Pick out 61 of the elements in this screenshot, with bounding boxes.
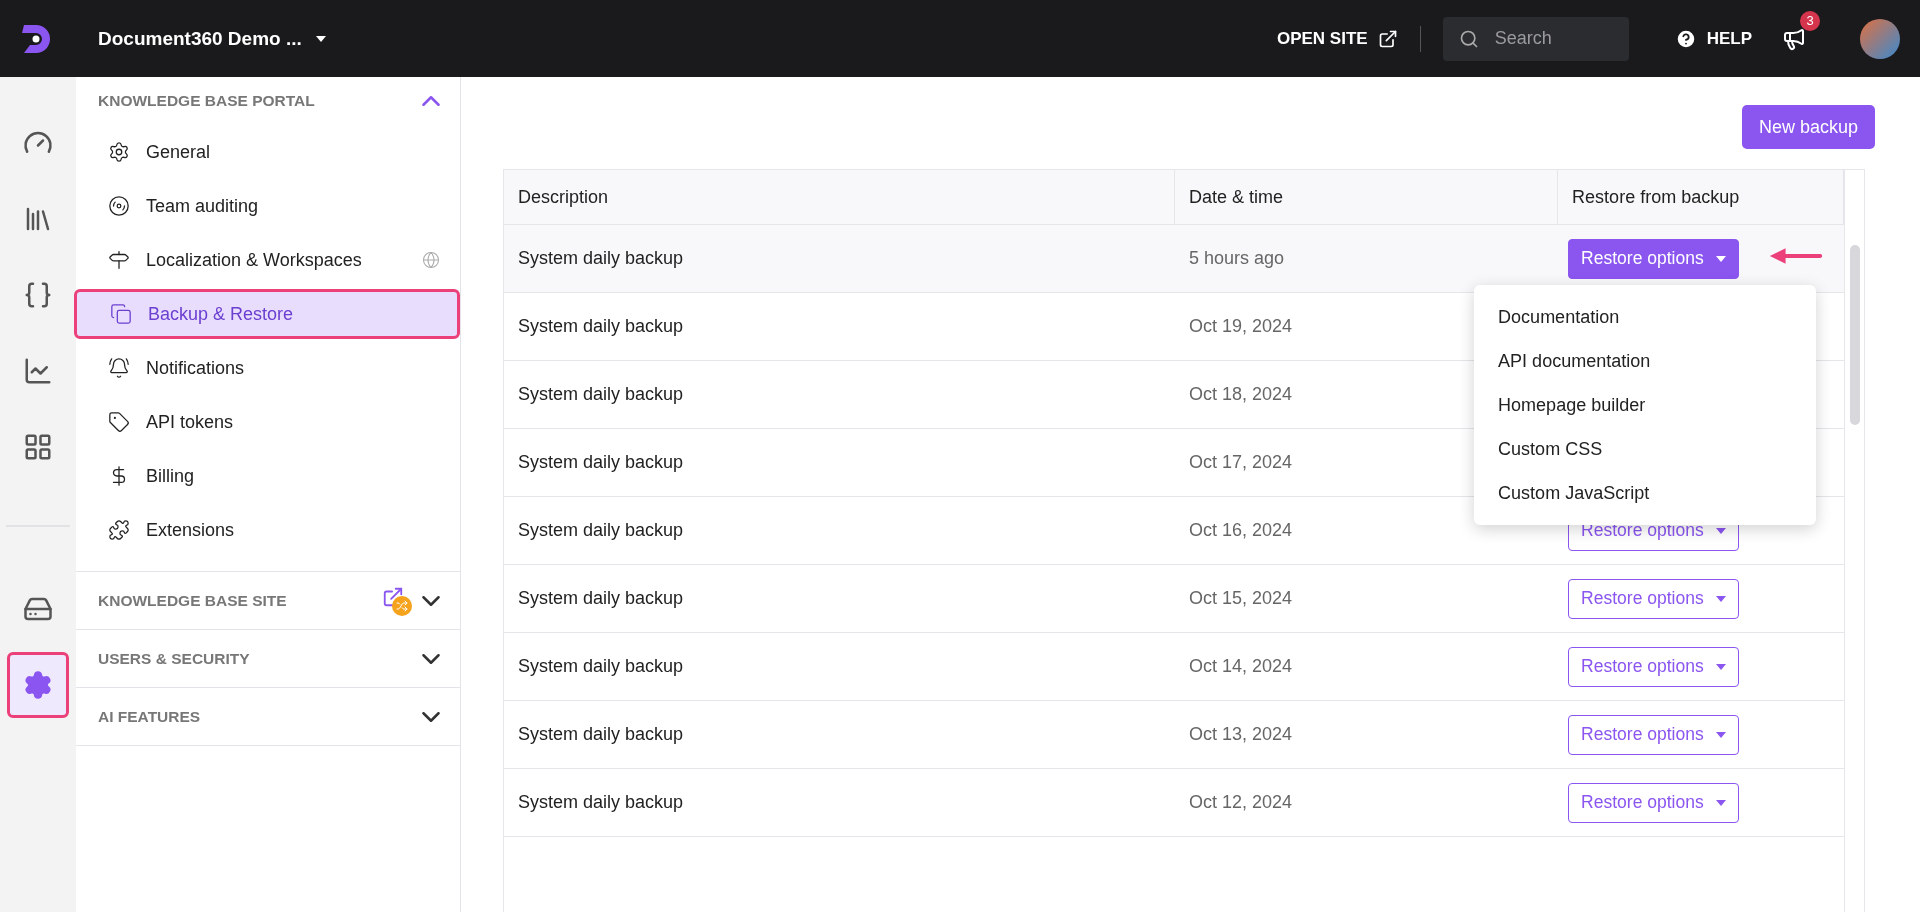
rail-button[interactable] [7,652,69,718]
external-link-icon [1377,28,1398,49]
puzzle-icon [108,519,130,541]
column-header: Description [504,170,1175,225]
restore-options-button[interactable]: Restore options [1568,238,1739,279]
caret-icon [315,35,326,42]
chevron-up-icon [422,96,440,106]
chevron-down-icon [422,595,440,606]
table-cell: 5 hours ago [1174,225,1559,293]
sidebar-item[interactable]: Localization & Workspaces [76,235,460,285]
caret-icon [1715,527,1726,534]
sidebar-item[interactable]: Billing [76,451,460,501]
scrollbar-thumb[interactable] [1849,245,1860,425]
section-header[interactable]: USERS & SECURITY [76,630,460,688]
globe-icon [422,251,440,269]
disc-icon [108,195,130,217]
sidebar-item[interactable]: Team auditing [76,181,460,231]
section-header[interactable]: AI FEATURES [76,688,460,746]
user-avatar[interactable] [1860,18,1900,59]
restore-options-button[interactable]: Restore options [1568,578,1739,619]
caret-icon [1715,799,1726,806]
project-selector[interactable]: Document360 Demo ... [92,26,332,51]
tag-icon [108,411,130,433]
bell-icon [108,357,130,379]
section-header[interactable]: KNOWLEDGE BASE PORTAL [76,77,460,125]
sidebar-item[interactable]: Notifications [76,343,460,393]
search-icon [1458,28,1479,49]
chevron-down-icon [422,653,440,664]
pointer-arrow [1768,245,1823,267]
braces-icon [23,280,53,310]
restore-options-button[interactable]: Restore options [1568,714,1739,755]
table-cell: System daily backup [504,225,1175,293]
help-button[interactable]: HELP [1668,26,1758,51]
external-link-icon [382,585,412,616]
open-site-link[interactable]: OPEN SITE [1276,28,1398,49]
caret-icon [1715,595,1726,602]
caret-icon [1715,731,1726,738]
signpost-icon [108,249,130,271]
search-field[interactable]: Search [1442,16,1629,61]
caret-icon [1715,663,1726,670]
settings-icon [108,141,130,163]
restore-options-button[interactable]: Restore options [1568,782,1739,823]
megaphone-icon [1782,26,1806,51]
column-header: Restore from backup [1558,170,1844,225]
section-header[interactable]: KNOWLEDGE BASE SITE [76,572,460,630]
caret-icon [1715,255,1726,262]
copy-icon [110,303,132,325]
chevron-down-icon [422,711,440,722]
chart-icon [23,356,53,386]
new-backup-button[interactable]: New backup [1741,105,1875,149]
settings-icon [23,670,53,700]
sidebar-item[interactable]: Extensions [76,505,460,555]
notification-badge: 3 [1800,10,1820,31]
help-icon [1674,27,1697,50]
sidebar-item[interactable]: API tokens [76,397,460,447]
sidebar-item[interactable]: Backup & Restore [74,289,460,339]
grid-icon [23,432,53,462]
sidebar-item[interactable]: General [76,127,460,177]
column-header: Date & time [1174,170,1559,225]
restore-options-button[interactable]: Restore options [1568,646,1739,687]
search-input[interactable]: Search [1492,27,1603,50]
